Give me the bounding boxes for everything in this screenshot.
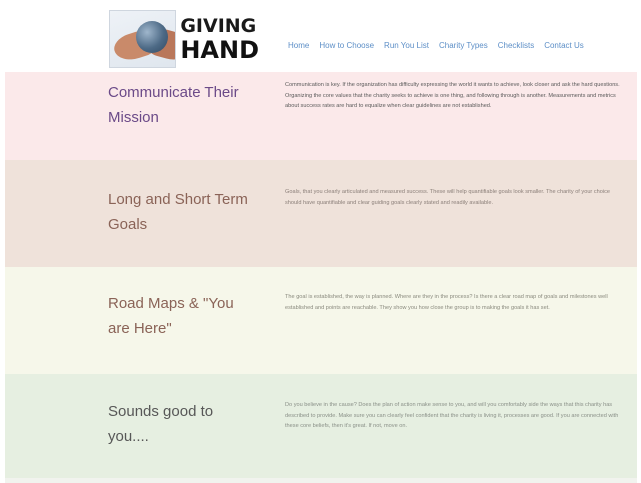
nav-home[interactable]: Home xyxy=(288,41,309,50)
section-communicate-mission: Communicate Their Mission Communication … xyxy=(5,72,637,160)
logo-text-line2: HAND xyxy=(180,35,259,64)
section-body: Goals, that you clearly articulated and … xyxy=(285,189,611,206)
section-body: Do you believe in the cause? Does the pl… xyxy=(285,402,619,429)
bottom-divider xyxy=(5,478,637,483)
section-body: Communication is key. If the organizatio… xyxy=(285,82,620,109)
section-title: Long and Short Term Goals xyxy=(108,191,248,233)
logo-text-line1: GIVING xyxy=(180,14,257,37)
site-logo[interactable]: GIVING HAND xyxy=(109,10,259,68)
site-header: GIVING HAND Home How to Choose Run You L… xyxy=(0,0,641,72)
nav-how-to-choose[interactable]: How to Choose xyxy=(319,41,374,50)
nav-charity-types[interactable]: Charity Types xyxy=(439,41,488,50)
page: GIVING HAND Home How to Choose Run You L… xyxy=(0,0,641,483)
main-nav: Home How to Choose Run You List Charity … xyxy=(288,41,584,50)
globe-icon xyxy=(136,21,168,53)
nav-checklists[interactable]: Checklists xyxy=(498,41,534,50)
section-road-maps: Road Maps & "You are Here" The goal is e… xyxy=(5,267,637,374)
nav-run-you-list[interactable]: Run You List xyxy=(384,41,429,50)
nav-contact-us[interactable]: Contact Us xyxy=(544,41,584,50)
section-title: Sounds good to you.... xyxy=(108,403,214,445)
section-title: Road Maps & "You are Here" xyxy=(108,295,234,337)
logo-text: GIVING HAND xyxy=(180,14,259,64)
section-title: Communicate Their Mission xyxy=(108,84,239,126)
section-sounds-good: Sounds good to you.... Do you believe in… xyxy=(5,374,637,478)
section-long-short-term-goals: Long and Short Term Goals Goals, that yo… xyxy=(5,160,637,267)
hands-globe-logo-image xyxy=(109,10,177,68)
section-body: The goal is established, the way is plan… xyxy=(285,294,608,311)
